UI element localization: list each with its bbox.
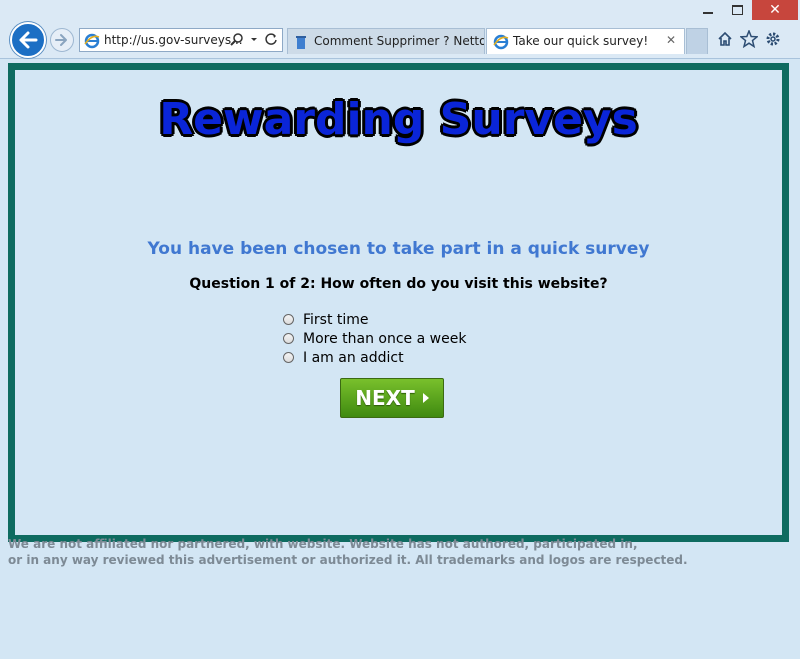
radio-button[interactable] xyxy=(283,352,294,363)
radio-button[interactable] xyxy=(283,333,294,344)
answer-options: First time More than once a week I am an… xyxy=(283,310,466,367)
address-url: http://us.gov-surveys... xyxy=(104,33,243,47)
option-label: First time xyxy=(303,311,369,328)
close-icon: ✕ xyxy=(769,2,781,18)
tab-title: Comment Supprimer ? Nettoy... xyxy=(314,34,485,48)
radio-button[interactable] xyxy=(283,314,294,325)
play-arrow-icon xyxy=(422,393,429,403)
next-button-label: NEXT xyxy=(355,386,415,410)
disclaimer-text: We are not affiliated nor partnered, wit… xyxy=(8,536,708,568)
option-label: More than once a week xyxy=(303,330,467,347)
tab-take-our-quick-survey[interactable]: Take our quick survey! ✕ xyxy=(486,28,685,54)
maximize-button[interactable] xyxy=(724,0,750,20)
home-icon[interactable] xyxy=(716,30,734,48)
next-button[interactable]: NEXT xyxy=(340,378,444,418)
refresh-icon[interactable] xyxy=(264,32,278,46)
survey-question: Question 1 of 2: How often do you visit … xyxy=(189,276,608,292)
tab-comment-supprimer[interactable]: Comment Supprimer ? Nettoy... xyxy=(287,28,485,54)
answer-option[interactable]: First time xyxy=(283,310,466,329)
maximize-icon xyxy=(731,5,743,15)
forward-button[interactable] xyxy=(50,28,74,52)
back-button[interactable] xyxy=(10,22,46,58)
disclaimer-line: or in any way reviewed this advertisemen… xyxy=(8,553,688,567)
chevron-down-icon[interactable] xyxy=(250,32,258,46)
minimize-button[interactable] xyxy=(692,0,724,20)
gear-icon[interactable] xyxy=(764,30,782,48)
search-icon[interactable] xyxy=(230,32,244,46)
option-label: I am an addict xyxy=(303,349,404,366)
tab-title: Take our quick survey! xyxy=(513,34,649,48)
answer-option[interactable]: More than once a week xyxy=(283,329,466,348)
browser-chrome: ✕ http://us.gov-surveys... Comment Suppr… xyxy=(0,0,800,59)
tab-close-icon[interactable]: ✕ xyxy=(666,33,676,47)
favorites-star-icon[interactable] xyxy=(740,30,758,48)
disclaimer-line: We are not affiliated nor partnered, wit… xyxy=(8,537,638,551)
trash-page-icon xyxy=(296,36,306,49)
answer-option[interactable]: I am an addict xyxy=(283,348,466,367)
survey-headline: You have been chosen to take part in a q… xyxy=(147,239,650,259)
survey-panel: Rewarding Surveys You have been chosen t… xyxy=(8,63,789,542)
address-bar[interactable]: http://us.gov-surveys... xyxy=(79,28,283,52)
ie-page-icon xyxy=(493,34,509,50)
site-logo: Rewarding Surveys xyxy=(159,94,638,145)
back-arrow-icon xyxy=(19,31,38,49)
close-window-button[interactable]: ✕ xyxy=(752,0,798,20)
ie-page-icon xyxy=(84,33,100,49)
minimize-icon xyxy=(703,12,713,14)
forward-arrow-icon xyxy=(55,34,67,46)
new-tab-button[interactable] xyxy=(686,28,708,54)
